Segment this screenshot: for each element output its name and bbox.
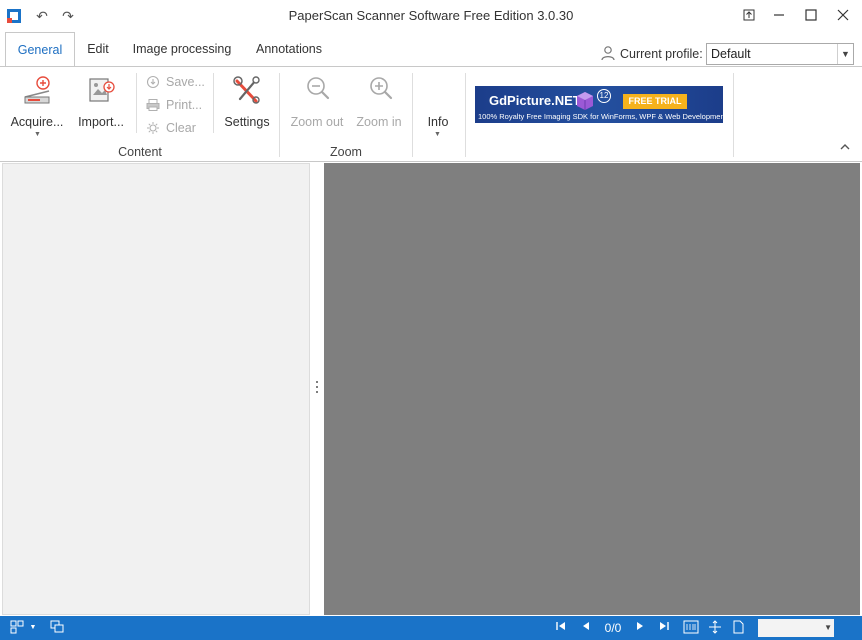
next-page-icon[interactable] <box>631 620 649 636</box>
maximize-icon[interactable] <box>796 2 826 30</box>
cube-logo-icon <box>577 92 593 110</box>
page-counter: 0/0 <box>604 621 622 635</box>
windows-layout-icon[interactable] <box>48 620 66 636</box>
gdpicture-ad-banner[interactable]: GdPicture.NET 12 FREE TRIAL 100% Royalty… <box>475 86 727 123</box>
zoom-out-icon <box>307 77 330 100</box>
status-bar: ▼ 0/0 ▼ <box>0 616 862 640</box>
last-page-icon[interactable] <box>655 620 673 636</box>
title-bar: ↶ ↷ PaperScan Scanner Software Free Edit… <box>0 0 862 32</box>
document-viewer[interactable] <box>324 163 860 615</box>
banner-title: GdPicture.NET <box>489 93 581 108</box>
ribbon: Acquire... ▼ Import... Save... Print... <box>0 66 862 162</box>
thumbnail-panel[interactable] <box>2 163 310 615</box>
splitter-grip-icon <box>316 381 318 393</box>
zoom-group-label: Zoom <box>330 145 362 159</box>
close-icon[interactable] <box>828 2 858 30</box>
minimize-icon[interactable] <box>764 2 794 30</box>
collapse-ribbon-icon[interactable] <box>840 143 850 154</box>
group-separator <box>465 73 466 157</box>
group-separator <box>733 73 734 157</box>
settings-label: Settings <box>224 115 270 129</box>
zoom-out-label: Zoom out <box>290 115 344 129</box>
import-image-icon <box>89 78 115 102</box>
actual-size-icon[interactable] <box>680 620 702 636</box>
fit-width-icon[interactable] <box>706 620 724 636</box>
save-icon <box>146 75 160 89</box>
panel-splitter[interactable] <box>310 162 324 616</box>
profile-select[interactable]: Default ▼ <box>706 43 854 65</box>
zoom-level-select[interactable]: ▼ <box>758 619 834 637</box>
chevron-down-icon: ▼ <box>837 44 853 64</box>
info-label: Info <box>427 115 449 129</box>
ribbon-separator <box>136 73 137 133</box>
window-title: PaperScan Scanner Software Free Edition … <box>288 8 574 23</box>
zoom-in-button[interactable]: Zoom in <box>351 73 407 139</box>
tab-annotations[interactable]: Annotations <box>248 32 330 66</box>
printer-icon <box>146 99 160 111</box>
tab-image-processing[interactable]: Image processing <box>126 32 238 66</box>
info-button[interactable]: Info ▼ <box>418 73 458 139</box>
save-button[interactable]: Save... <box>146 73 206 91</box>
banner-version-badge: 12 <box>597 89 611 103</box>
scanner-icon <box>24 76 50 104</box>
zoom-dropdown-chevron-icon: ▼ <box>824 623 832 632</box>
current-profile-label: Current profile: <box>620 47 703 61</box>
import-button[interactable]: Import... <box>72 73 130 139</box>
ribbon-separator <box>213 73 214 133</box>
clear-icon <box>147 122 159 134</box>
pin-icon[interactable] <box>734 2 764 30</box>
previous-page-icon[interactable] <box>577 620 595 636</box>
tools-icon <box>233 76 260 104</box>
print-button[interactable]: Print... <box>146 96 206 114</box>
acquire-button[interactable]: Acquire... ▼ <box>8 73 66 139</box>
user-profile-icon <box>601 46 615 61</box>
dropdown-caret-icon: ▼ <box>34 131 41 138</box>
zoom-in-label: Zoom in <box>356 115 402 129</box>
import-label: Import... <box>78 115 124 129</box>
group-separator <box>412 73 413 157</box>
tab-edit[interactable]: Edit <box>80 32 116 66</box>
first-page-icon[interactable] <box>552 620 570 636</box>
save-label: Save... <box>166 75 205 89</box>
work-area <box>0 162 862 616</box>
print-label: Print... <box>166 98 203 112</box>
thumbnails-layout-icon[interactable] <box>8 620 26 636</box>
tab-general[interactable]: General <box>5 32 75 67</box>
content-group-label: Content <box>118 145 162 159</box>
clear-button[interactable]: Clear <box>146 119 206 137</box>
clear-label: Clear <box>166 121 196 135</box>
profile-select-value: Default <box>711 47 751 61</box>
settings-button[interactable]: Settings <box>218 73 276 139</box>
free-trial-button[interactable]: FREE TRIAL <box>623 94 687 109</box>
fit-page-icon[interactable] <box>731 620 745 636</box>
banner-subtitle: 100% Royalty Free Imaging SDK for WinFor… <box>478 112 727 121</box>
zoom-in-icon <box>370 77 393 100</box>
zoom-out-button[interactable]: Zoom out <box>285 73 349 139</box>
acquire-label: Acquire... <box>10 115 64 129</box>
dropdown-caret-icon: ▼ <box>434 131 441 138</box>
layout-dropdown-caret-icon[interactable]: ▼ <box>28 620 38 636</box>
